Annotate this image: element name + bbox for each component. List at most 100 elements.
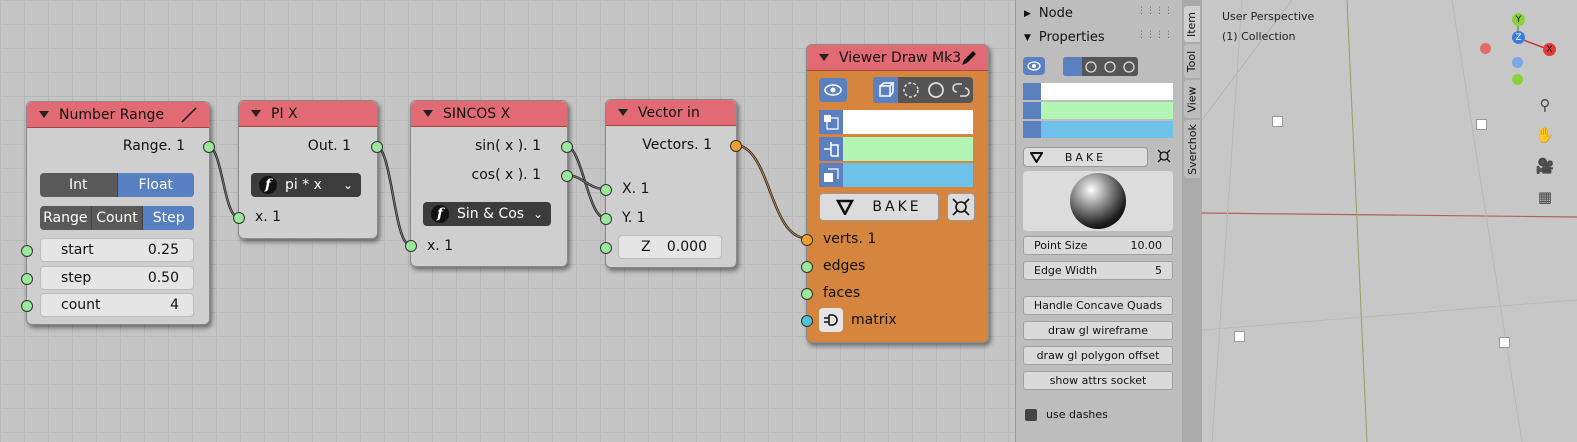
cos-output-socket[interactable] — [561, 170, 573, 182]
type-toggle[interactable]: Int Float — [40, 173, 194, 197]
axis-y-icon[interactable]: Y — [1512, 13, 1525, 26]
node-header[interactable]: SINCOS X — [411, 101, 567, 127]
properties-sidebar[interactable]: ▶ Node ⋮⋮⋮⋮ ▼ Properties ⋮⋮⋮⋮ BAKE Point S… — [1015, 0, 1183, 442]
handle-concave-quads-button[interactable]: Handle Concave Quads — [1023, 296, 1173, 315]
x-input-socket[interactable] — [600, 184, 612, 196]
node-header[interactable]: Vector in — [606, 100, 736, 126]
start-input-socket[interactable] — [21, 245, 33, 257]
axis-neg-y-icon[interactable] — [1512, 74, 1523, 85]
bake-button[interactable]: BAKE — [819, 193, 939, 221]
vertex-ring-icon[interactable] — [1082, 57, 1101, 76]
camera-icon[interactable]: 🎥 — [1534, 155, 1556, 177]
bake-options-icon[interactable] — [1155, 147, 1173, 165]
faces-input-socket[interactable] — [801, 288, 813, 300]
bake-options-button[interactable] — [947, 193, 975, 221]
node-header[interactable]: PI X — [239, 101, 377, 127]
point-size-field[interactable]: Point Size 10.00 — [1023, 236, 1173, 255]
count-field[interactable]: count 4 — [40, 293, 194, 317]
start-field[interactable]: start 0.25 — [40, 238, 194, 262]
link-chain-icon[interactable] — [1119, 57, 1138, 76]
vectors-output-socket[interactable] — [730, 140, 742, 152]
edges-input-socket[interactable] — [801, 261, 813, 273]
drag-handle-icon[interactable]: ⋮⋮⋮⋮ — [1137, 30, 1173, 40]
vector-in-node[interactable]: Vector in Vectors. 1 X. 1 Y. 1 Z 0.000 — [600, 99, 742, 268]
edge-color-row[interactable] — [1023, 102, 1173, 119]
tab-tool[interactable]: Tool — [1184, 44, 1200, 78]
step-option[interactable]: Step — [143, 206, 194, 230]
int-option[interactable]: Int — [40, 173, 118, 197]
face-color-swatch[interactable] — [1041, 121, 1173, 138]
z-field[interactable]: Z 0.000 — [618, 235, 722, 259]
pi-x-node[interactable]: PI X Out. 1 f pi * x ⌄ x. 1 — [233, 100, 383, 239]
zoom-icon[interactable]: ⚲ — [1534, 94, 1556, 116]
circle-icon[interactable] — [1101, 57, 1120, 76]
x-input-socket[interactable] — [233, 212, 245, 224]
step-input-socket[interactable] — [21, 273, 33, 285]
node-header[interactable]: Number Range — [27, 102, 209, 128]
draw-gl-polygon-offset-button[interactable]: draw gl polygon offset — [1023, 346, 1173, 365]
circle-icon[interactable] — [923, 77, 948, 103]
matrix-plug-icon[interactable] — [819, 308, 843, 332]
vertex-color-row[interactable] — [1023, 83, 1173, 100]
pencil-icon[interactable] — [960, 49, 978, 67]
collapse-icon[interactable] — [618, 109, 628, 116]
tab-view[interactable]: View — [1184, 80, 1200, 118]
tab-item[interactable]: Item — [1184, 6, 1200, 42]
show-attrs-socket-button[interactable]: show attrs socket — [1023, 371, 1173, 390]
verts-input-socket[interactable] — [801, 234, 813, 246]
grid-icon[interactable]: ▦ — [1534, 186, 1556, 208]
out-output-socket[interactable] — [371, 141, 383, 153]
node-header[interactable]: Viewer Draw Mk3 — [807, 45, 988, 71]
draw-gl-wireframe-button[interactable]: draw gl wireframe — [1023, 321, 1173, 340]
collapse-icon[interactable] — [423, 110, 433, 117]
float-option[interactable]: Float — [117, 173, 194, 197]
range-option[interactable]: Range — [40, 206, 92, 230]
tab-sverchok[interactable]: Sverchok — [1184, 120, 1200, 178]
visibility-toggle[interactable] — [1023, 57, 1045, 75]
sincos-x-node[interactable]: SINCOS X sin( x ). 1 cos( x ). 1 f Sin & … — [405, 100, 573, 267]
x-input-socket[interactable] — [405, 240, 417, 252]
face-color-swatch[interactable] — [843, 163, 973, 187]
edge-width-field[interactable]: Edge Width 5 — [1023, 261, 1173, 280]
count-input-socket[interactable] — [21, 300, 33, 312]
collapse-icon[interactable] — [819, 54, 829, 61]
axis-x-icon[interactable]: X — [1543, 43, 1556, 56]
vertex-color-row[interactable] — [819, 110, 973, 134]
properties-panel-header[interactable]: ▼ Properties — [1024, 30, 1105, 45]
collapse-icon[interactable] — [39, 111, 49, 118]
collapse-icon[interactable] — [251, 110, 261, 117]
cube-solid-icon[interactable] — [1063, 57, 1082, 76]
range-output-socket[interactable] — [203, 141, 215, 153]
drag-handle-icon[interactable]: ⋮⋮⋮⋮ — [1137, 6, 1173, 16]
use-dashes-checkbox[interactable] — [1025, 409, 1037, 421]
step-field[interactable]: step 0.50 — [40, 266, 194, 290]
vertex-ring-icon[interactable] — [898, 77, 923, 103]
axis-z-icon[interactable]: Z — [1512, 31, 1525, 44]
link-chain-icon[interactable] — [948, 77, 973, 103]
axis-neg-z-icon[interactable] — [1512, 57, 1523, 68]
hand-pan-icon[interactable]: ✋ — [1534, 124, 1556, 146]
edge-color-swatch[interactable] — [843, 137, 973, 161]
face-color-row[interactable] — [1023, 121, 1173, 138]
sin-output-socket[interactable] — [561, 141, 573, 153]
function-dropdown[interactable]: f pi * x ⌄ — [251, 173, 361, 197]
vertex-color-swatch[interactable] — [843, 110, 973, 134]
count-option[interactable]: Count — [92, 206, 144, 230]
display-mode-group[interactable] — [1063, 57, 1138, 76]
node-editor[interactable]: Number Range Range. 1 Int Float Range Co… — [0, 0, 1015, 442]
3d-viewport[interactable]: User Perspective (1) Collection Y Z X ⚲ … — [1202, 0, 1577, 442]
mode-toggle[interactable]: Range Count Step — [40, 206, 194, 230]
viewer-draw-node[interactable]: Viewer Draw Mk3 BAKE verts. 1 edges face… — [801, 44, 989, 343]
bake-button[interactable]: BAKE — [1023, 147, 1148, 167]
matrix-input-socket[interactable] — [801, 315, 813, 327]
axis-neg-x-icon[interactable] — [1480, 43, 1491, 54]
z-input-socket[interactable] — [600, 242, 612, 254]
edge-color-swatch[interactable] — [1041, 102, 1173, 119]
y-input-socket[interactable] — [600, 213, 612, 225]
display-mode-group[interactable] — [873, 77, 973, 103]
vertex-color-swatch[interactable] — [1041, 83, 1173, 100]
face-color-row[interactable] — [819, 163, 973, 187]
node-panel-header[interactable]: ▶ Node — [1024, 6, 1073, 21]
edge-color-row[interactable] — [819, 137, 973, 161]
cube-solid-icon[interactable] — [873, 77, 898, 103]
